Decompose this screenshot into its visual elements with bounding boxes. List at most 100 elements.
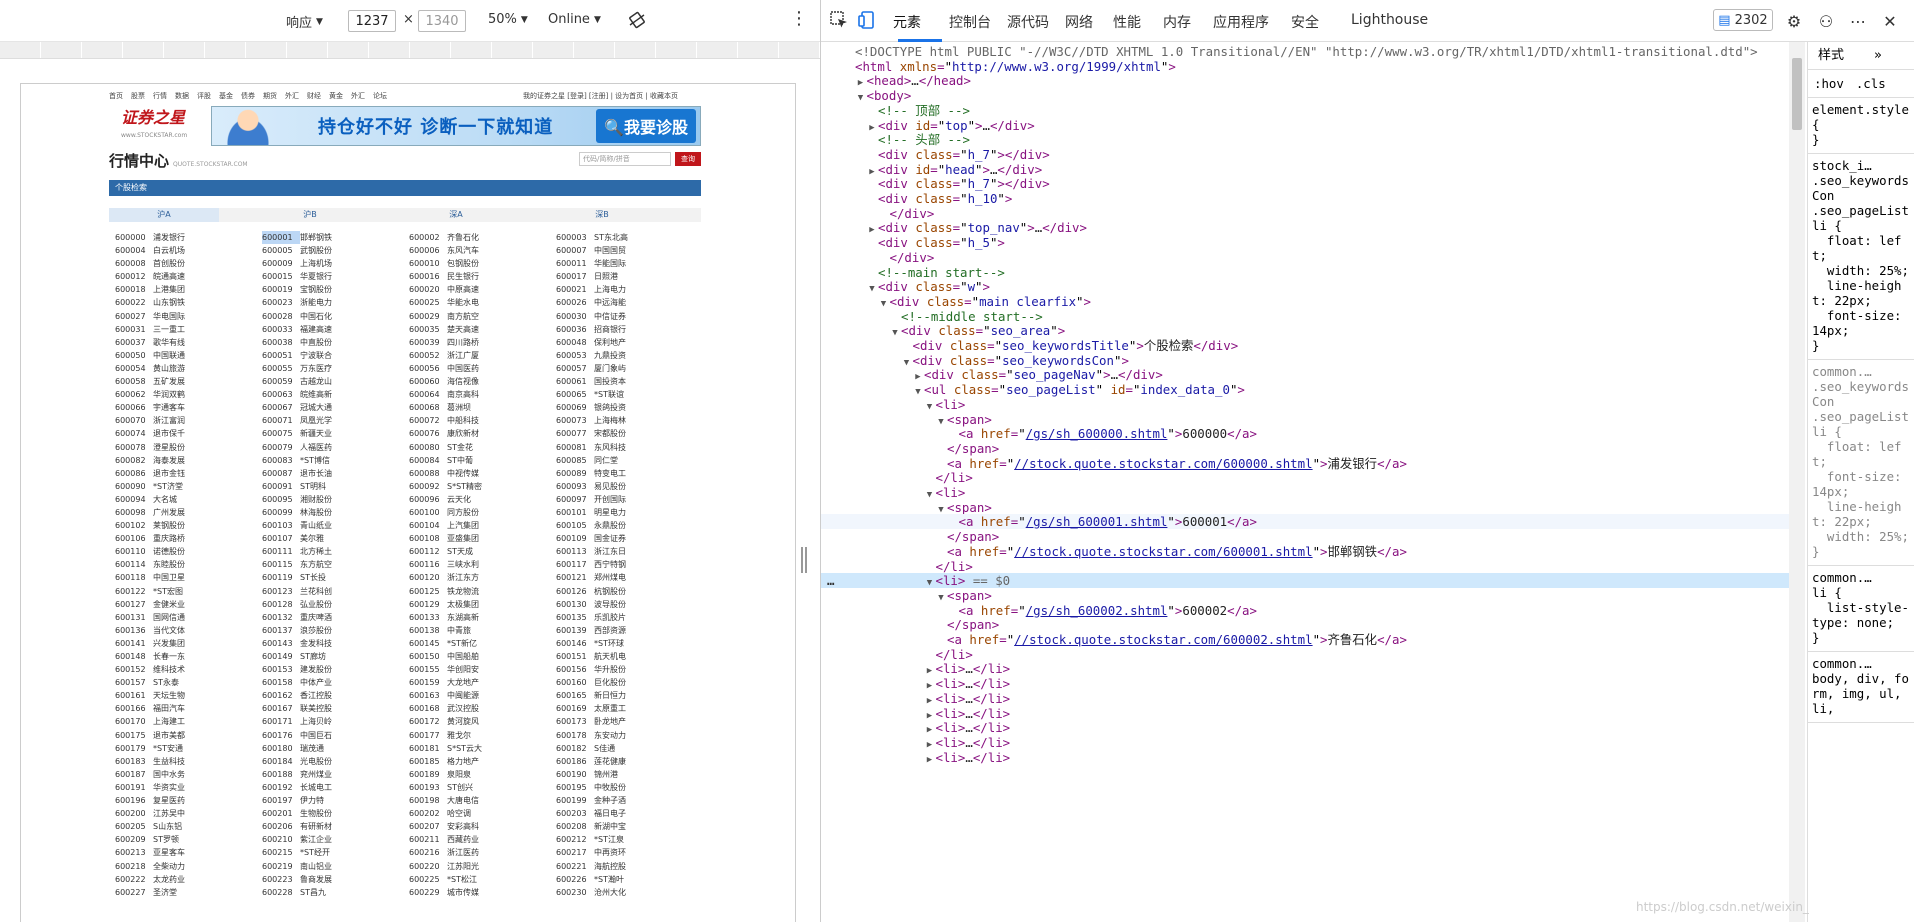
- stock-name-link[interactable]: 莲花健康: [594, 755, 703, 768]
- stock-code-link[interactable]: 600093: [556, 480, 594, 493]
- stock-name-link[interactable]: 青山纸业: [300, 519, 409, 532]
- stock-code-link[interactable]: 600059: [262, 375, 300, 388]
- stock-name-link[interactable]: ST罗顿: [153, 833, 262, 846]
- scroll-thumb[interactable]: [1792, 58, 1802, 130]
- stock-code-link[interactable]: 600192: [262, 781, 300, 794]
- dom-node[interactable]: ▶ <li>…</li>: [821, 750, 1789, 765]
- stock-code-link[interactable]: 600229: [409, 886, 447, 899]
- stock-code-link[interactable]: 600196: [115, 794, 153, 807]
- stock-name-link[interactable]: 太极集团: [447, 598, 556, 611]
- stock-name-link[interactable]: 光电股份: [300, 755, 409, 768]
- stock-code-link[interactable]: 600015: [262, 270, 300, 283]
- stock-code-link[interactable]: 600175: [115, 729, 153, 742]
- dom-node[interactable]: ▼ <span>: [821, 412, 1789, 427]
- stock-name-link[interactable]: 中直股份: [300, 336, 409, 349]
- stock-name-link[interactable]: 兰花科创: [300, 585, 409, 598]
- stock-code-link[interactable]: 600100: [409, 506, 447, 519]
- dom-node[interactable]: ▶ <li>…</li>: [821, 661, 1789, 676]
- stock-name-link[interactable]: 宋都股份: [594, 427, 703, 440]
- stock-name-link[interactable]: 海信视像: [447, 375, 556, 388]
- stock-code-link[interactable]: 600023: [262, 296, 300, 309]
- stock-code-link[interactable]: 600207: [409, 820, 447, 833]
- stock-code-link[interactable]: 600139: [556, 624, 594, 637]
- stock-name-link[interactable]: 弘业股份: [300, 598, 409, 611]
- stock-code-link[interactable]: 600079: [262, 441, 300, 454]
- stock-name-link[interactable]: 华润双鹤: [153, 388, 262, 401]
- stock-name-link[interactable]: 郑州煤电: [594, 571, 703, 584]
- devtools-tab[interactable]: Lighthouse: [1351, 12, 1428, 28]
- dom-node[interactable]: <!-- 头部 -->: [821, 132, 1789, 147]
- stock-name-link[interactable]: 宇通客车: [153, 401, 262, 414]
- stock-name-link[interactable]: 中国联通: [153, 349, 262, 362]
- stock-name-link[interactable]: 林海股份: [300, 506, 409, 519]
- dom-node[interactable]: <a href="/gs/sh_600002.shtml">600002</a>: [821, 603, 1789, 618]
- stock-name-link[interactable]: 齐鲁石化: [447, 231, 556, 244]
- search-input[interactable]: 代码/简称/拼音: [579, 152, 671, 166]
- stock-name-link[interactable]: 当代文体: [153, 624, 262, 637]
- stock-code-link[interactable]: 600185: [409, 755, 447, 768]
- stock-name-link[interactable]: 国网信通: [153, 611, 262, 624]
- stock-code-link[interactable]: 600165: [556, 689, 594, 702]
- dom-node[interactable]: </li>: [821, 559, 1789, 574]
- stock-code-link[interactable]: 600189: [409, 768, 447, 781]
- dom-node[interactable]: <div class="h_10">: [821, 191, 1789, 206]
- style-rule[interactable]: common.… .seo_keywordsCon .seo_pageList …: [1808, 360, 1914, 566]
- stock-code-link[interactable]: 600058: [115, 375, 153, 388]
- dom-node[interactable]: <a href="//stock.quote.stockstar.com/600…: [821, 456, 1789, 471]
- site-logo[interactable]: 证券之星 www.STOCKSTAR.com: [121, 109, 206, 141]
- stock-name-link[interactable]: 退市金钰: [153, 467, 262, 480]
- stock-code-link[interactable]: 600137: [262, 624, 300, 637]
- media-query-ruler[interactable]: [0, 42, 820, 59]
- stock-code-link[interactable]: 600091: [262, 480, 300, 493]
- stock-name-link[interactable]: 三一重工: [153, 323, 262, 336]
- stock-name-link[interactable]: 江苏吴中: [153, 807, 262, 820]
- stock-code-link[interactable]: 600199: [556, 794, 594, 807]
- top-nav-link[interactable]: 黄金: [329, 91, 343, 101]
- stock-name-link[interactable]: 浙江东方: [447, 571, 556, 584]
- stock-name-link[interactable]: 招商银行: [594, 323, 703, 336]
- stock-code-link[interactable]: 600197: [262, 794, 300, 807]
- stock-code-link[interactable]: 600155: [409, 663, 447, 676]
- dom-node[interactable]: <a href="//stock.quote.stockstar.com/600…: [821, 632, 1789, 647]
- stock-code-link[interactable]: 600094: [115, 493, 153, 506]
- gear-icon[interactable]: ⚙: [1783, 10, 1805, 32]
- dom-node[interactable]: ▼ <div class="main clearfix">: [821, 294, 1789, 309]
- stock-name-link[interactable]: *ST安通: [153, 742, 262, 755]
- stock-code-link[interactable]: 600076: [409, 427, 447, 440]
- stock-code-link[interactable]: 600050: [115, 349, 153, 362]
- dom-node[interactable]: ▼ <ul class="seo_pageList" id="index_data…: [821, 382, 1789, 397]
- stock-name-link[interactable]: 银鸽投资: [594, 401, 703, 414]
- stock-code-link[interactable]: 600019: [262, 283, 300, 296]
- stock-name-link[interactable]: 华电国际: [153, 310, 262, 323]
- stock-name-link[interactable]: 鲁商发展: [300, 873, 409, 886]
- dom-node[interactable]: ▶ <div id="top">…</div>: [821, 118, 1789, 133]
- stock-name-link[interactable]: 中国卫星: [153, 571, 262, 584]
- stock-code-link[interactable]: 600205: [115, 820, 153, 833]
- stock-name-link[interactable]: 大名城: [153, 493, 262, 506]
- dom-node[interactable]: ▼ <div class="seo_area">: [821, 323, 1789, 338]
- dom-node[interactable]: <!DOCTYPE html PUBLIC "-//W3C//DTD XHTML…: [821, 44, 1789, 59]
- dom-node[interactable]: <div class="h_7"></div>: [821, 147, 1789, 162]
- stock-name-link[interactable]: 特变电工: [594, 467, 703, 480]
- dom-node[interactable]: <div class="h_7"></div>: [821, 176, 1789, 191]
- stock-name-link[interactable]: 万东医疗: [300, 362, 409, 375]
- stock-name-link[interactable]: 黄河旋风: [447, 715, 556, 728]
- throttle-select[interactable]: Online ▼: [548, 12, 601, 27]
- rotate-icon[interactable]: [628, 11, 646, 29]
- dom-node[interactable]: </span>: [821, 617, 1789, 632]
- stock-name-link[interactable]: 人福医药: [300, 441, 409, 454]
- height-input[interactable]: 1340: [418, 10, 466, 32]
- stock-name-link[interactable]: 五矿发展: [153, 375, 262, 388]
- stock-name-link[interactable]: 中闽能源: [447, 689, 556, 702]
- stock-code-link[interactable]: 600203: [556, 807, 594, 820]
- stock-name-link[interactable]: 上海电力: [594, 283, 703, 296]
- stock-code-link[interactable]: 600002: [409, 231, 447, 244]
- stock-code-link[interactable]: 600216: [409, 846, 447, 859]
- stock-code-link[interactable]: 600213: [115, 846, 153, 859]
- stock-code-link[interactable]: 600156: [556, 663, 594, 676]
- width-input[interactable]: 1237: [348, 10, 396, 32]
- banner-button[interactable]: 🔍我要诊股: [596, 109, 696, 143]
- stock-code-link[interactable]: 600219: [262, 860, 300, 873]
- stock-name-link[interactable]: 哈空调: [447, 807, 556, 820]
- stock-code-link[interactable]: 600181: [409, 742, 447, 755]
